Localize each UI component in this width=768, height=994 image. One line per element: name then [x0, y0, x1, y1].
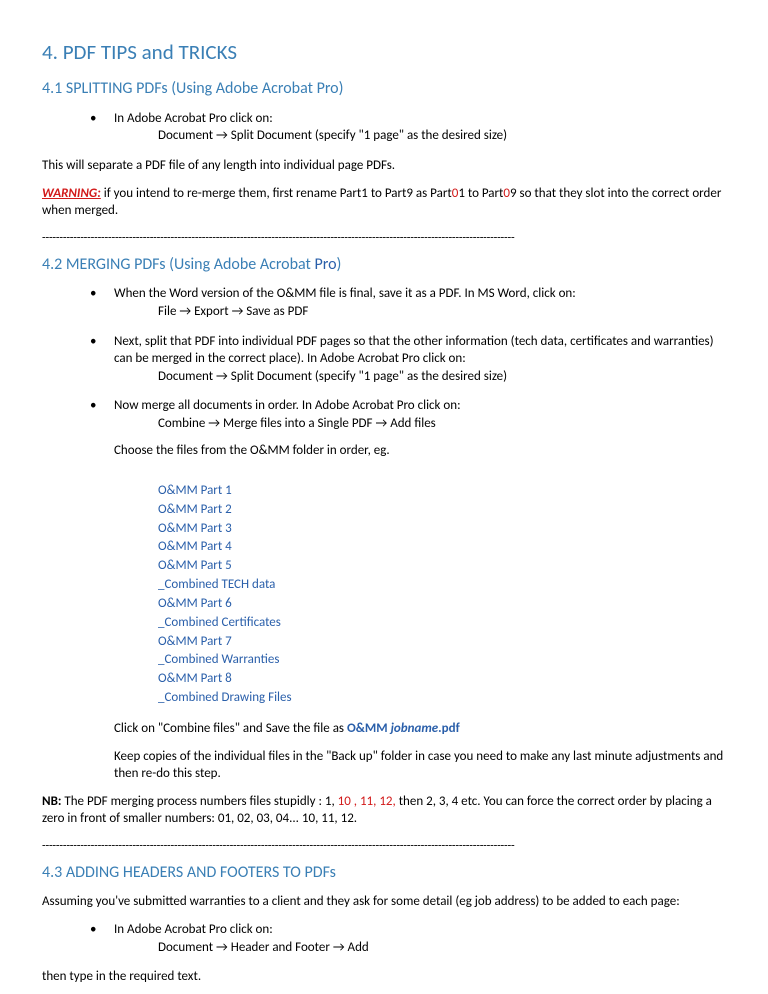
bullet-icon: •	[90, 110, 114, 145]
body-text: File → Export → Save as PDF	[114, 303, 726, 321]
arrow-icon: →	[179, 304, 191, 319]
divider: ----------------------------------------…	[42, 230, 726, 246]
note-text: NB: The PDF merging process numbers file…	[42, 793, 726, 828]
list-item: • Now merge all documents in order. In A…	[90, 397, 726, 470]
warning-label: WARNING:	[42, 186, 101, 201]
section-4-3-heading: 4.3 ADDING HEADERS AND FOOTERS TO PDFs	[42, 862, 726, 884]
file-list-item: O&MM Part 3	[158, 520, 726, 539]
arrow-icon: →	[216, 128, 228, 143]
bullet-icon: •	[90, 921, 114, 956]
bullet-icon: •	[90, 397, 114, 470]
body-text: Keep copies of the individual files in t…	[114, 748, 726, 783]
body-text: Combine → Merge files into a Single PDF …	[114, 415, 726, 433]
arrow-icon: →	[333, 940, 345, 955]
list-item: • When the Word version of the O&MM file…	[90, 285, 726, 320]
list-item: • In Adobe Acrobat Pro click on: Documen…	[90, 921, 726, 956]
arrow-icon: →	[216, 369, 228, 384]
list-item: • In Adobe Acrobat Pro click on: Documen…	[90, 110, 726, 145]
arrow-icon: →	[216, 940, 228, 955]
file-list-item: O&MM Part 4	[158, 538, 726, 557]
file-list-item: O&MM Part 7	[158, 633, 726, 652]
body-text: Choose the files from the O&MM folder in…	[114, 442, 726, 460]
file-list-item: O&MM Part 8	[158, 670, 726, 689]
file-list-item: _Combined Certificates	[158, 614, 726, 633]
body-text: When the Word version of the O&MM file i…	[114, 285, 726, 303]
bullet-icon: •	[90, 333, 114, 386]
body-text: then type in the required text.	[42, 968, 726, 986]
body-text: Document → Split Document (specify "1 pa…	[114, 368, 726, 386]
body-text: Document → Header and Footer → Add	[114, 939, 726, 957]
list-item: • Next, split that PDF into individual P…	[90, 333, 726, 386]
file-list: O&MM Part 1O&MM Part 2O&MM Part 3O&MM Pa…	[42, 482, 726, 708]
body-text: Next, split that PDF into individual PDF…	[114, 333, 726, 368]
arrow-icon: →	[208, 416, 220, 431]
file-list-item: O&MM Part 5	[158, 557, 726, 576]
body-text: Document → Split Document (specify "1 pa…	[114, 127, 726, 145]
divider: ----------------------------------------…	[42, 838, 726, 854]
section-4-1-heading: 4.1 SPLITTING PDFs (Using Adobe Acrobat …	[42, 78, 726, 100]
note-label: NB:	[42, 794, 61, 809]
section-4-2-heading: 4.2 MERGING PDFs (Using Adobe Acrobat Pr…	[42, 254, 726, 276]
warning-text: WARNING: if you intend to re-merge them,…	[42, 185, 726, 220]
body-text: Assuming you've submitted warranties to …	[42, 893, 726, 911]
body-text: In Adobe Acrobat Pro click on:	[114, 110, 726, 128]
file-list-item: O&MM Part 1	[158, 482, 726, 501]
file-list-item: O&MM Part 6	[158, 595, 726, 614]
file-list-item: O&MM Part 2	[158, 501, 726, 520]
body-text: In Adobe Acrobat Pro click on:	[114, 921, 726, 939]
body-text: This will separate a PDF file of any len…	[42, 157, 726, 175]
body-text: Now merge all documents in order. In Ado…	[114, 397, 726, 415]
file-list-item: _Combined TECH data	[158, 576, 726, 595]
arrow-icon: →	[375, 416, 387, 431]
body-text: Click on "Combine files" and Save the fi…	[114, 720, 726, 738]
bullet-icon: •	[90, 285, 114, 320]
file-list-item: _Combined Drawing Files	[158, 689, 726, 708]
arrow-icon: →	[232, 304, 244, 319]
page-title: 4. PDF TIPS and TRICKS	[42, 38, 726, 66]
file-list-item: _Combined Warranties	[158, 651, 726, 670]
